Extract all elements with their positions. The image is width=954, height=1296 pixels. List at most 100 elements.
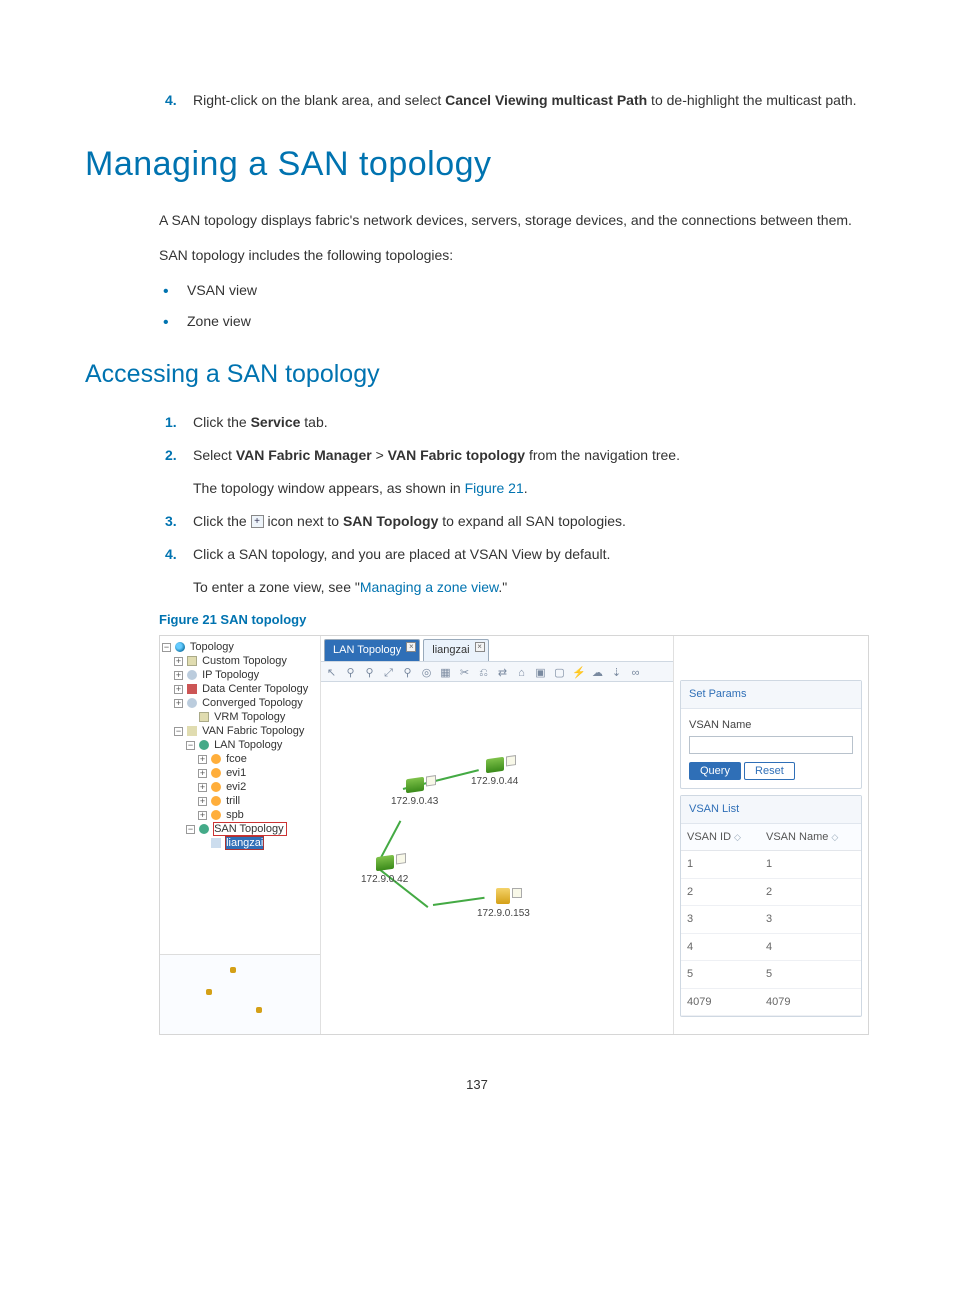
tree-root[interactable]: − Topology	[162, 640, 318, 654]
tree-item[interactable]: + Data Center Topology	[162, 682, 318, 696]
tree-node-icon	[211, 810, 221, 820]
toolbar-icon[interactable]: ⚲	[401, 665, 414, 678]
step-number: 4.	[159, 544, 193, 565]
tree-expand-icon[interactable]: +	[198, 811, 207, 820]
toolbar-icon[interactable]: ⚲	[344, 665, 357, 678]
step-text: Click the Service tab.	[193, 412, 869, 433]
tree-pane: − Topology+ Custom Topology+ IP Topology…	[160, 636, 321, 1034]
toolbar-icon[interactable]: ✂	[458, 665, 471, 678]
tree-item[interactable]: + Custom Topology	[162, 654, 318, 668]
topology-node[interactable]: 172.9.0.43	[391, 778, 438, 809]
toolbar-icon[interactable]: ◎	[420, 665, 433, 678]
figure-screenshot: − Topology+ Custom Topology+ IP Topology…	[159, 635, 869, 1035]
reset-button[interactable]: Reset	[744, 762, 795, 780]
col-vsan-id[interactable]: VSAN ID◇	[681, 824, 760, 851]
params-pane: Set Params VSAN Name Query Reset VSAN Li…	[674, 636, 868, 1034]
tree-label: evi2	[226, 781, 246, 793]
cell-vsan-name: 2	[760, 878, 861, 906]
bold: Cancel Viewing multicast Path	[445, 92, 647, 108]
vsan-name-input[interactable]	[689, 736, 853, 754]
tree-expand-icon[interactable]: +	[174, 671, 183, 680]
query-button[interactable]: Query	[689, 762, 741, 780]
toolbar-icon[interactable]: ▣	[534, 665, 547, 678]
canvas-tab[interactable]: LAN Topology×	[324, 639, 420, 661]
table-row[interactable]: 11	[681, 851, 861, 879]
tree-item[interactable]: + Converged Topology	[162, 696, 318, 710]
tree-expand-icon[interactable]: +	[174, 657, 183, 666]
tree-expand-icon[interactable]: +	[174, 699, 183, 708]
tree-label: SAN Topology	[214, 823, 284, 835]
toolbar-icon[interactable]: ∞	[629, 665, 642, 678]
close-icon[interactable]: ×	[475, 642, 485, 652]
toolbar-icon[interactable]: ⎌	[477, 665, 490, 678]
preview-node	[206, 987, 212, 999]
tree-item[interactable]: − LAN Topology	[162, 738, 318, 752]
tree-node-icon	[187, 670, 197, 680]
toolbar-icon[interactable]: ⚡	[572, 665, 585, 678]
step-row: 4. Right-click on the blank area, and se…	[159, 90, 869, 111]
paragraph: A SAN topology displays fabric's network…	[159, 210, 869, 231]
page-number: 137	[85, 1075, 869, 1095]
tree-node-icon	[187, 698, 197, 708]
topology-tree[interactable]: − Topology+ Custom Topology+ IP Topology…	[160, 636, 320, 954]
tree-expand-icon[interactable]: +	[198, 783, 207, 792]
tree-item[interactable]: + spb	[162, 808, 318, 822]
tree-item[interactable]: + evi2	[162, 780, 318, 794]
step-number: 1.	[159, 412, 193, 433]
tree-expand-icon[interactable]: −	[174, 727, 183, 736]
toolbar-icon[interactable]: ⇣	[610, 665, 623, 678]
toolbar-icon[interactable]: ▦	[439, 665, 452, 678]
preview-pane	[160, 954, 320, 1034]
tree-expand-icon[interactable]: −	[186, 741, 195, 750]
intro-step-block: 4. Right-click on the blank area, and se…	[159, 90, 869, 111]
toolbar-icon[interactable]: ⌂	[515, 665, 528, 678]
tree-item[interactable]: + evi1	[162, 766, 318, 780]
tree-expand-icon[interactable]: +	[198, 755, 207, 764]
tree-label-selected: liangzai	[226, 837, 263, 849]
topology-node[interactable]: 172.9.0.42	[361, 856, 408, 887]
table-row[interactable]: 55	[681, 961, 861, 989]
tree-label: Custom Topology	[202, 655, 287, 667]
tree-node-icon	[211, 782, 221, 792]
cell-vsan-name: 4079	[760, 988, 861, 1016]
cell-vsan-id: 4	[681, 933, 760, 961]
node-label: 172.9.0.153	[477, 906, 530, 921]
toolbar-icon[interactable]: ☁	[591, 665, 604, 678]
tree-expand-icon[interactable]: +	[174, 685, 183, 694]
tree-item[interactable]: + IP Topology	[162, 668, 318, 682]
toolbar-icon[interactable]: ↖	[325, 665, 338, 678]
tree-item[interactable]: − VAN Fabric Topology	[162, 724, 318, 738]
step-text: Click a SAN topology, and you are placed…	[193, 544, 869, 565]
canvas-tab[interactable]: liangzai×	[423, 639, 488, 661]
tree-item[interactable]: + trill	[162, 794, 318, 808]
table-row[interactable]: 40794079	[681, 988, 861, 1016]
canvas-area[interactable]: 172.9.0.43 172.9.0.44 172.9.0.42 172.9.0.15…	[321, 682, 673, 1012]
vsan-table: VSAN ID◇ VSAN Name◇ 112233445540794079	[681, 824, 861, 1017]
toolbar-icon[interactable]: ⚲	[363, 665, 376, 678]
tree-label: IP Topology	[202, 669, 259, 681]
canvas-pane[interactable]: LAN Topology×liangzai× ↖ ⚲ ⚲ ⤢ ⚲ ◎ ▦ ✂ ⎌ ⇄ ⌂ ▣ ▢ ⚡ ☁ ⇣ ∞…	[321, 636, 674, 1034]
expand-icon: +	[251, 515, 264, 528]
tree-expand-icon[interactable]: +	[198, 797, 207, 806]
table-row[interactable]: 44	[681, 933, 861, 961]
preview-node	[230, 965, 236, 977]
toolbar-icon[interactable]: ⤢	[382, 665, 395, 678]
col-vsan-name[interactable]: VSAN Name◇	[760, 824, 861, 851]
step-row: 4.Click a SAN topology, and you are plac…	[159, 544, 869, 565]
tree-item[interactable]: VRM Topology	[162, 710, 318, 724]
step-text: Click the + icon next to SAN Topology to…	[193, 511, 869, 532]
table-row[interactable]: 33	[681, 906, 861, 934]
node-label: 172.9.0.43	[391, 794, 438, 809]
toolbar-icon[interactable]: ⇄	[496, 665, 509, 678]
close-icon[interactable]: ×	[406, 642, 416, 652]
tree-item[interactable]: liangzai	[162, 836, 318, 850]
tree-expand-icon[interactable]: +	[198, 769, 207, 778]
node-label: 172.9.0.42	[361, 872, 408, 887]
toolbar-icon[interactable]: ▢	[553, 665, 566, 678]
table-row[interactable]: 22	[681, 878, 861, 906]
tree-item[interactable]: + fcoe	[162, 752, 318, 766]
tree-item[interactable]: − SAN Topology	[162, 822, 318, 836]
topology-node[interactable]: 172.9.0.153	[477, 888, 530, 921]
topology-node[interactable]: 172.9.0.44	[471, 758, 518, 789]
tree-expand-icon[interactable]: −	[186, 825, 195, 834]
